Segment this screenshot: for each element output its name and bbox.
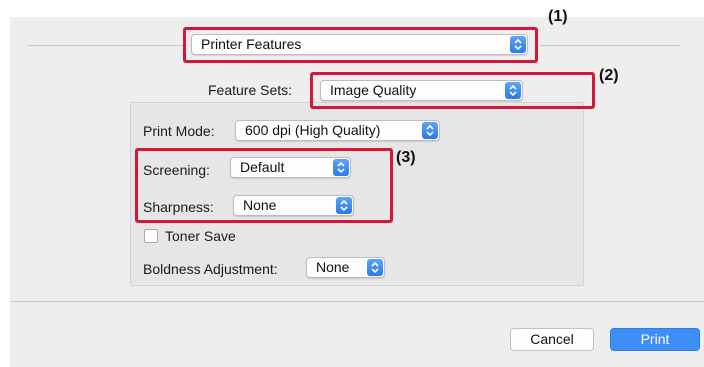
divider-top-right	[540, 45, 680, 46]
cancel-button[interactable]: Cancel	[510, 328, 594, 351]
callout-3: (3)	[396, 149, 416, 166]
divider-top-left	[28, 45, 188, 46]
highlight-box-2	[310, 72, 595, 109]
highlight-box-1	[183, 27, 538, 63]
print-button[interactable]: Print	[610, 328, 700, 351]
toner-save-checkbox[interactable]	[144, 229, 158, 243]
callout-2: (2)	[599, 67, 619, 84]
boldness-label: Boldness Adjustment:	[143, 261, 278, 277]
divider-bottom	[10, 301, 704, 302]
boldness-value: None	[316, 259, 350, 275]
feature-sets-label: Feature Sets:	[208, 82, 293, 98]
chevron-updown-icon	[422, 122, 438, 139]
toner-save-label: Toner Save	[165, 228, 236, 244]
print-mode-label: Print Mode:	[143, 123, 215, 139]
print-mode-popup[interactable]: 600 dpi (High Quality)	[235, 120, 440, 141]
boldness-popup[interactable]: None	[306, 257, 385, 278]
highlight-box-3	[135, 148, 393, 223]
callout-1: (1)	[548, 8, 568, 25]
chevron-updown-icon	[367, 259, 383, 276]
print-mode-value: 600 dpi (High Quality)	[245, 122, 381, 138]
